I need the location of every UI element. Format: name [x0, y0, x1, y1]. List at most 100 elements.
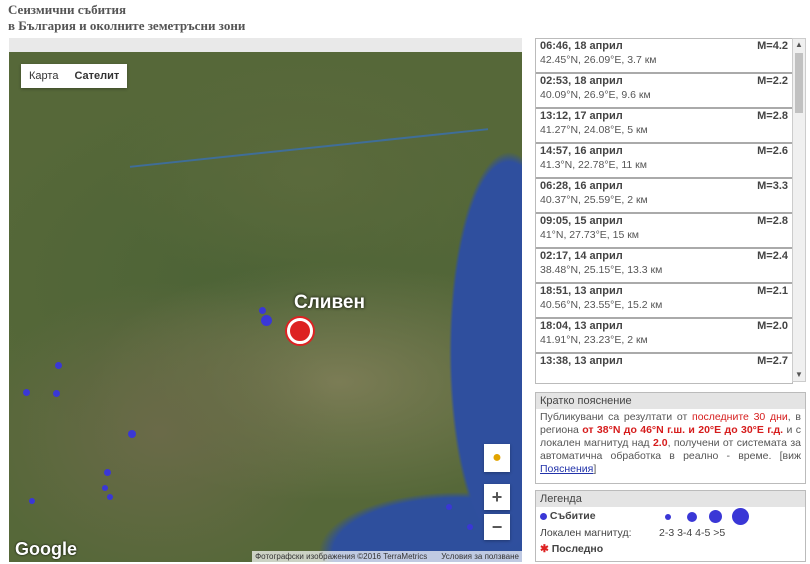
explanation-link[interactable]: Пояснения	[540, 463, 593, 475]
event-magnitude: M=2.6	[757, 145, 788, 157]
event-coords: 41.27°N, 24.08°E, 5 км	[540, 124, 648, 136]
event-list-item[interactable]: 06:28, 16 април M=3.3 40.37°N, 25.59°E, 2 …	[536, 179, 792, 214]
event-header: 13:12, 17 април M=2.8	[540, 110, 788, 122]
zoom-out-button[interactable]: −	[484, 514, 510, 540]
event-coords: 41°N, 27.73°E, 15 км	[540, 229, 640, 241]
event-time: 09:05, 15 април	[540, 215, 623, 227]
legend-event-label: Събитие	[549, 510, 596, 522]
event-list-item[interactable]: 02:17, 14 април M=2.4 38.48°N, 25.15°E, 13…	[536, 249, 792, 284]
latest-event-marker[interactable]	[287, 318, 313, 344]
event-point[interactable]	[102, 485, 108, 491]
legend-latest-label: Последно	[551, 543, 604, 555]
scroll-up-arrow-icon[interactable]: ▲	[793, 39, 805, 51]
event-time: 14:57, 16 април	[540, 145, 623, 157]
event-time: 13:38, 13 април	[540, 355, 623, 367]
event-header: 02:53, 18 април M=2.2	[540, 75, 788, 87]
street-view-pegman-icon[interactable]: ●	[484, 444, 510, 472]
event-time: 02:17, 14 април	[540, 250, 623, 262]
event-list-item[interactable]: 18:04, 13 април M=2.0 41.91°N, 23.23°E, 2 …	[536, 319, 792, 354]
explanation-magnitude: 2.0	[652, 437, 668, 449]
event-magnitude: M=2.1	[757, 285, 788, 297]
map-top-bar	[9, 38, 522, 52]
legend-magnitude-ranges: 2-3 3-4 4-5 >5	[659, 527, 726, 539]
magnitude-dot-icon	[709, 510, 722, 523]
explanation-region: от 38°N до 46°N г.ш. и 20°E до 30°E г.д.	[582, 424, 784, 436]
event-magnitude: M=2.8	[757, 110, 788, 122]
scroll-down-arrow-icon[interactable]: ▼	[793, 369, 805, 381]
event-list[interactable]: 06:46, 18 април M=4.2 42.45°N, 26.09°E, 3.…	[535, 38, 793, 384]
event-time: 06:28, 16 април	[540, 180, 623, 192]
event-coords: 41.3°N, 22.78°E, 11 км	[540, 159, 647, 171]
map-type-button-satellite[interactable]: Сателит	[66, 64, 127, 88]
event-dot-icon	[540, 512, 547, 520]
event-point[interactable]	[259, 307, 266, 314]
title-line-2: в България и околните земетръсни зони	[8, 18, 246, 33]
event-point[interactable]	[261, 315, 272, 326]
event-magnitude: M=4.2	[757, 40, 788, 52]
imagery-attribution: Фотографски изображения ©2016 TerraMetri…	[255, 552, 428, 561]
google-logo: Google	[15, 539, 77, 559]
map-type-toggle: Карта Сателит	[21, 64, 128, 88]
event-point[interactable]	[128, 430, 136, 438]
event-list-item[interactable]: 14:57, 16 април M=2.6 41.3°N, 22.78°E, 11 …	[536, 144, 792, 179]
event-header: 13:38, 13 април M=2.7	[540, 355, 788, 367]
event-magnitude: M=2.0	[757, 320, 788, 332]
title-line-1: Сеизмични събития	[8, 2, 127, 17]
event-list-item[interactable]: 02:53, 18 април M=2.2 40.09°N, 26.9°E, 9.6…	[536, 74, 792, 109]
latest-star-icon: ✱	[540, 543, 549, 555]
legend-body: Събитие Локален магнитуд: 2-3 3-4 4-5 >5…	[536, 507, 805, 561]
event-point[interactable]	[446, 504, 452, 510]
event-coords: 40.09°N, 26.9°E, 9.6 км	[540, 89, 651, 101]
event-list-item[interactable]: 13:38, 13 април M=2.7	[536, 354, 792, 383]
event-coords: 41.91°N, 23.23°E, 2 км	[540, 334, 648, 346]
event-list-item[interactable]: 18:51, 13 април M=2.1 40.56°N, 23.55°E, 15…	[536, 284, 792, 319]
legend-magnitude-label: Локален магнитуд:	[540, 527, 632, 539]
page-title: Сеизмични събития в България и околните …	[8, 2, 245, 34]
magnitude-dot-icon	[687, 512, 697, 522]
magnitude-dot-icon	[665, 514, 671, 520]
event-header: 06:28, 16 април M=3.3	[540, 180, 788, 192]
terms-link[interactable]: Условия за ползване	[441, 552, 519, 561]
event-header: 06:46, 18 април M=4.2	[540, 40, 788, 52]
event-point[interactable]	[23, 389, 30, 396]
magnitude-scale	[661, 507, 771, 527]
scroll-thumb[interactable]	[795, 53, 803, 113]
event-magnitude: M=2.4	[757, 250, 788, 262]
explanation-text: Публикувани са резултати от последните 3…	[536, 409, 805, 478]
event-list-scrollbar[interactable]: ▲ ▼	[792, 38, 806, 382]
event-magnitude: M=3.3	[757, 180, 788, 192]
explanation-heading: Кратко пояснение	[536, 393, 805, 409]
event-time: 13:12, 17 април	[540, 110, 623, 122]
legend-event-row: Събитие	[540, 510, 596, 522]
event-point[interactable]	[107, 494, 113, 500]
river-line	[129, 128, 489, 168]
satellite-map[interactable]: Карта Сателит Сливен ● + − Google Фотогр…	[9, 52, 522, 562]
event-magnitude: M=2.8	[757, 215, 788, 227]
event-header: 02:17, 14 април M=2.4	[540, 250, 788, 262]
event-point[interactable]	[104, 469, 111, 476]
event-time: 06:46, 18 април	[540, 40, 623, 52]
event-magnitude: M=2.7	[757, 355, 788, 367]
event-header: 18:04, 13 април M=2.0	[540, 320, 788, 332]
map-type-button-map[interactable]: Карта	[21, 64, 66, 88]
event-point[interactable]	[55, 362, 62, 369]
zoom-in-button[interactable]: +	[484, 484, 510, 510]
event-point[interactable]	[467, 524, 473, 530]
explanation-panel: Кратко пояснение Публикувани са резултат…	[535, 392, 806, 484]
event-list-item[interactable]: 09:05, 15 април M=2.8 41°N, 27.73°E, 15 км	[536, 214, 792, 249]
explanation-part: Публикувани са резултати от	[540, 411, 693, 423]
event-point[interactable]	[29, 498, 35, 504]
legend-heading: Легенда	[536, 491, 805, 507]
magnitude-dot-icon	[732, 508, 749, 525]
legend-panel: Легенда Събитие Локален магнитуд: 2-3 3-…	[535, 490, 806, 562]
event-list-item[interactable]: 13:12, 17 април M=2.8 41.27°N, 24.08°E, 5 …	[536, 109, 792, 144]
event-list-item[interactable]: 06:46, 18 април M=4.2 42.45°N, 26.09°E, 3.…	[536, 39, 792, 74]
event-magnitude: M=2.2	[757, 75, 788, 87]
legend-latest-row: ✱ Последно	[540, 543, 603, 555]
event-header: 18:51, 13 април M=2.1	[540, 285, 788, 297]
event-point[interactable]	[53, 390, 60, 397]
event-time: 02:53, 18 април	[540, 75, 623, 87]
event-header: 09:05, 15 април M=2.8	[540, 215, 788, 227]
event-time: 18:04, 13 април	[540, 320, 623, 332]
city-label: Сливен	[294, 292, 365, 313]
